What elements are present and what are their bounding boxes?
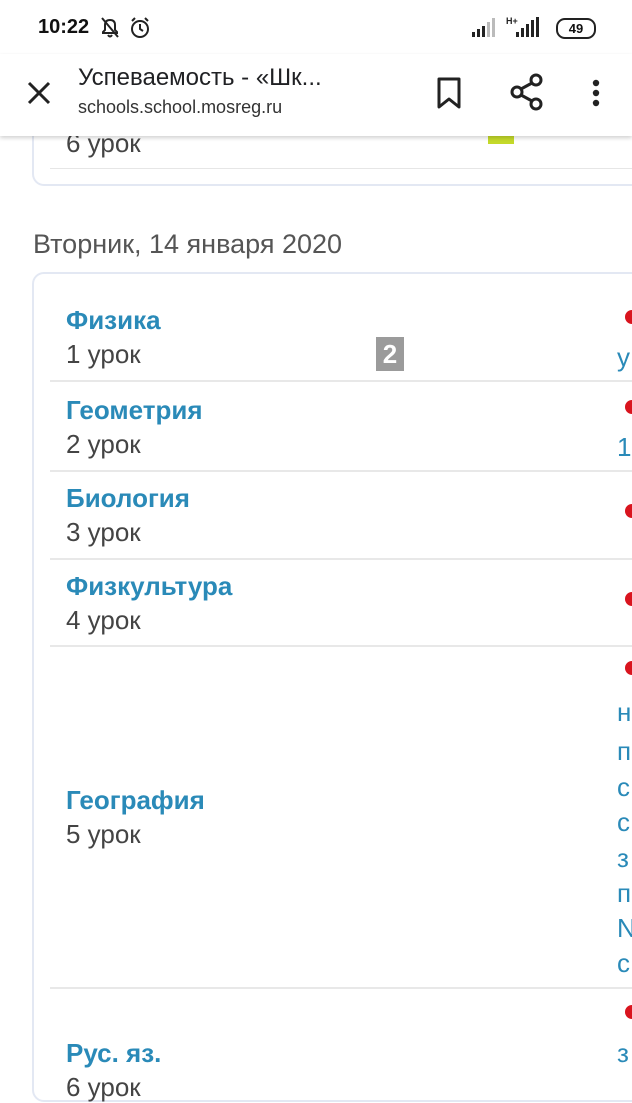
share-icon (510, 73, 543, 111)
status-dot (625, 661, 632, 675)
subject-link[interactable]: Геометрия (66, 395, 203, 426)
lesson-row-pe[interactable]: Физкультура 4 урок (50, 558, 632, 647)
homework-text[interactable]: з (617, 1038, 629, 1069)
subject-link[interactable]: География (66, 785, 205, 816)
homework-text[interactable]: з (617, 843, 629, 874)
status-time: 10:22 (38, 16, 90, 38)
homework-text[interactable]: с (617, 948, 630, 979)
lesson-row-geometry[interactable]: Геометрия 2 урок 1 (50, 380, 632, 472)
lesson-number: 5 урок (66, 819, 141, 849)
subject-link[interactable]: Рус. яз. (66, 1038, 161, 1069)
grade-marker (488, 136, 514, 144)
lesson-row-biology[interactable]: Биология 3 урок (50, 470, 632, 560)
subject-link[interactable]: Физика (66, 305, 161, 336)
homework-text[interactable]: у (617, 342, 630, 373)
share-button[interactable] (508, 72, 546, 112)
lesson-number: 3 урок (66, 517, 141, 547)
status-dot (625, 1005, 632, 1019)
status-dot (625, 400, 632, 414)
homework-text[interactable]: п (617, 736, 631, 767)
close-button[interactable] (20, 74, 58, 112)
page-content: 6 урок Вторник, 14 января 2020 Физика 1 … (0, 0, 632, 1102)
homework-text[interactable]: с (617, 772, 630, 803)
network-type: H+ (506, 16, 518, 26)
bookmark-icon (437, 77, 461, 109)
homework-text[interactable]: 1 (617, 432, 631, 463)
status-dot (625, 504, 632, 518)
lesson-number: 4 урок (66, 605, 141, 635)
page-title: Успеваемость - «Шк... (78, 64, 322, 91)
lesson-number: 2 урок (66, 429, 141, 459)
homework-text[interactable]: н (617, 697, 631, 728)
day-heading: Вторник, 14 января 2020 (33, 229, 343, 259)
bookmark-button[interactable] (432, 74, 466, 112)
signal-icons: H+ (470, 16, 542, 38)
more-vert-icon (592, 79, 600, 107)
grade-badge[interactable]: 2 (376, 337, 404, 371)
lesson-number: 6 урок (66, 1072, 141, 1102)
lesson-number: 1 урок (66, 339, 141, 369)
homework-text[interactable]: п (617, 878, 631, 909)
mute-alarm-icons (101, 17, 149, 38)
lesson-row-russian[interactable]: Рус. яз. 6 урок з (50, 987, 632, 1102)
status-dot (625, 310, 632, 324)
page-url: schools.school.mosreg.ru (78, 97, 283, 117)
homework-text[interactable]: с (617, 807, 630, 838)
status-bar: 10:22 H+ 49 (0, 0, 632, 54)
subject-link[interactable]: Биология (66, 483, 190, 514)
lesson-row-geography[interactable]: География 5 урок н п с с з п N с (50, 645, 632, 989)
close-icon (27, 81, 51, 105)
custom-tab-toolbar: Успеваемость - «Шк... schools.school.mos… (0, 54, 632, 136)
notification-icons (100, 16, 160, 45)
battery-icon: 49 (556, 18, 596, 39)
cell-signal-icon: H+ (472, 16, 539, 37)
lesson-row-physics[interactable]: Физика 1 урок 2 у (50, 290, 632, 382)
homework-text[interactable]: N (617, 913, 632, 944)
overflow-menu-button[interactable] (584, 74, 608, 112)
subject-link[interactable]: Физкультура (66, 571, 232, 602)
status-dot (625, 592, 632, 606)
